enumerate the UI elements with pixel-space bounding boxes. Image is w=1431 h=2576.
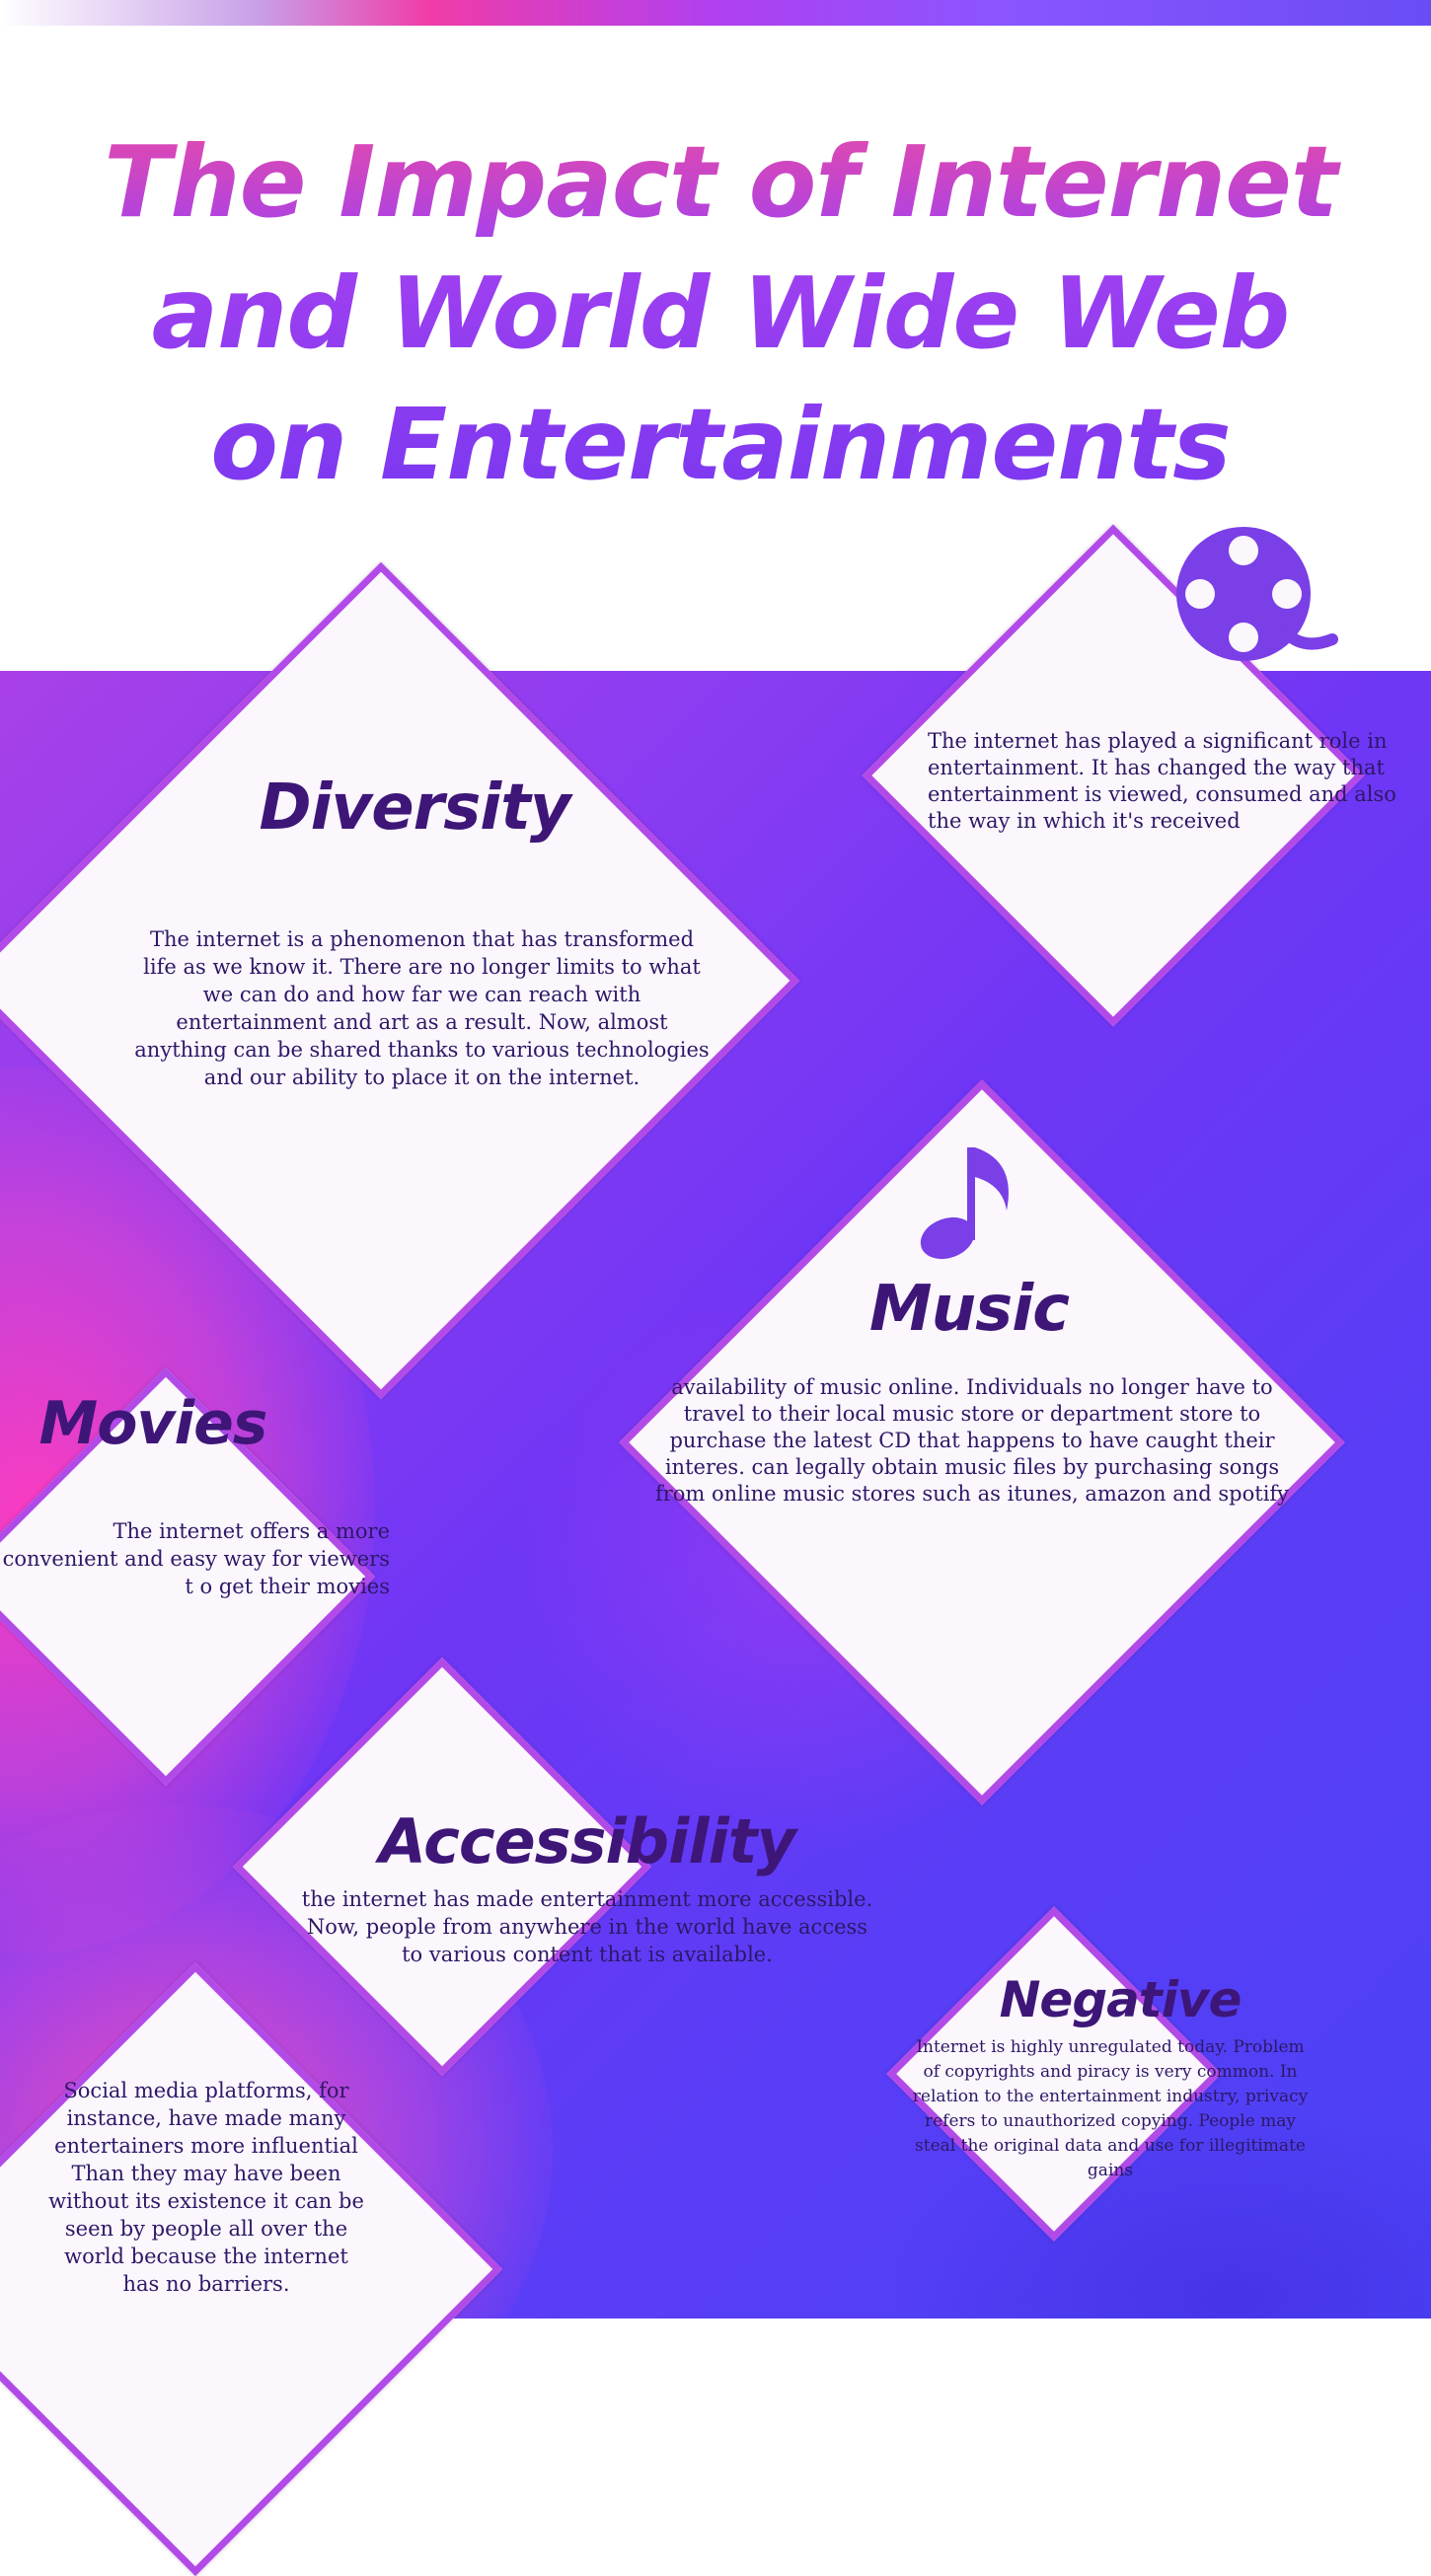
accessibility-text: the internet has made entertainment more… xyxy=(301,1887,873,1966)
top-gradient-bar xyxy=(0,0,1431,26)
negative-text: Internet is highly unregulated today. Pr… xyxy=(912,2037,1309,2180)
movies-heading: Movies xyxy=(38,1389,267,1458)
negative-heading: Negative xyxy=(999,1971,1243,2028)
intro-text: The internet has played a significant ro… xyxy=(928,729,1396,833)
diversity-heading: Diversity xyxy=(259,772,570,845)
movies-text: The internet offers a more convenient an… xyxy=(2,1519,390,1598)
page-title: The Impact of Internet and World Wide We… xyxy=(79,116,1362,510)
social-media-text: Social media platforms, for instance, ha… xyxy=(48,2079,364,2296)
music-heading: Music xyxy=(868,1273,1070,1346)
accessibility-heading: Accessibility xyxy=(379,1805,796,1877)
film-reel-icon xyxy=(1176,527,1338,661)
music-note-icon xyxy=(920,1147,1009,1260)
diversity-text: The internet is a phenomenon that has tr… xyxy=(134,927,710,1089)
music-text: availability of music online. Individual… xyxy=(654,1375,1290,1506)
